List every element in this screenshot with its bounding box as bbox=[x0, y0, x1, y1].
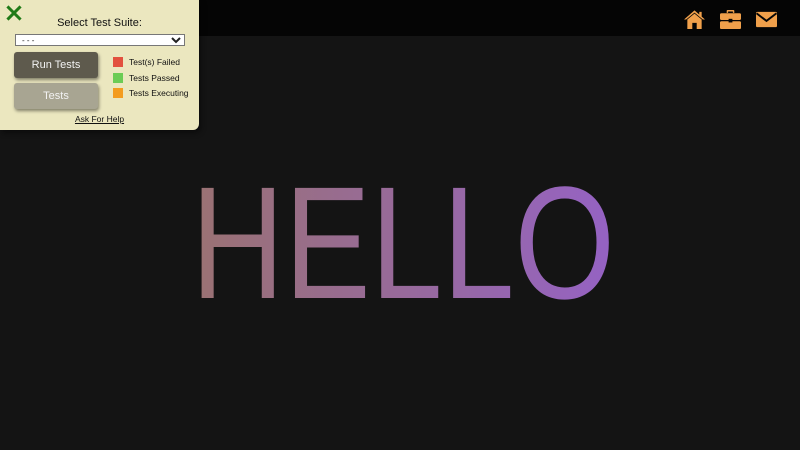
suite-title: Select Test Suite: bbox=[57, 17, 142, 29]
ask-for-help-link[interactable]: Ask For Help bbox=[0, 114, 199, 124]
tests-button[interactable]: Tests bbox=[14, 83, 98, 109]
legend-item-passed: Tests Passed bbox=[113, 72, 189, 83]
legend-label-passed: Tests Passed bbox=[129, 72, 180, 83]
hello-text: HELLO bbox=[191, 178, 615, 306]
legend-swatch-executing bbox=[113, 88, 123, 99]
test-suite-panel: Select Test Suite: - - - Run Tests Tests… bbox=[0, 0, 199, 130]
legend-label-executing: Tests Executing bbox=[129, 88, 189, 99]
legend-swatch-failed bbox=[113, 57, 123, 67]
legend-item-executing: Tests Executing bbox=[113, 88, 189, 99]
run-tests-button[interactable]: Run Tests bbox=[14, 52, 98, 78]
briefcase-icon[interactable] bbox=[719, 9, 742, 30]
legend-swatch-passed bbox=[113, 72, 123, 83]
legend-item-failed: Test(s) Failed bbox=[113, 57, 189, 67]
nav-icons bbox=[683, 9, 778, 30]
legend-label-failed: Test(s) Failed bbox=[129, 57, 181, 67]
status-legend: Test(s) Failed Tests Passed Tests Execut… bbox=[113, 57, 189, 104]
hello-heading: HELLO bbox=[0, 178, 800, 306]
test-suite-select[interactable]: - - - bbox=[15, 34, 185, 46]
mail-icon[interactable] bbox=[755, 9, 778, 30]
home-icon[interactable] bbox=[683, 9, 706, 30]
